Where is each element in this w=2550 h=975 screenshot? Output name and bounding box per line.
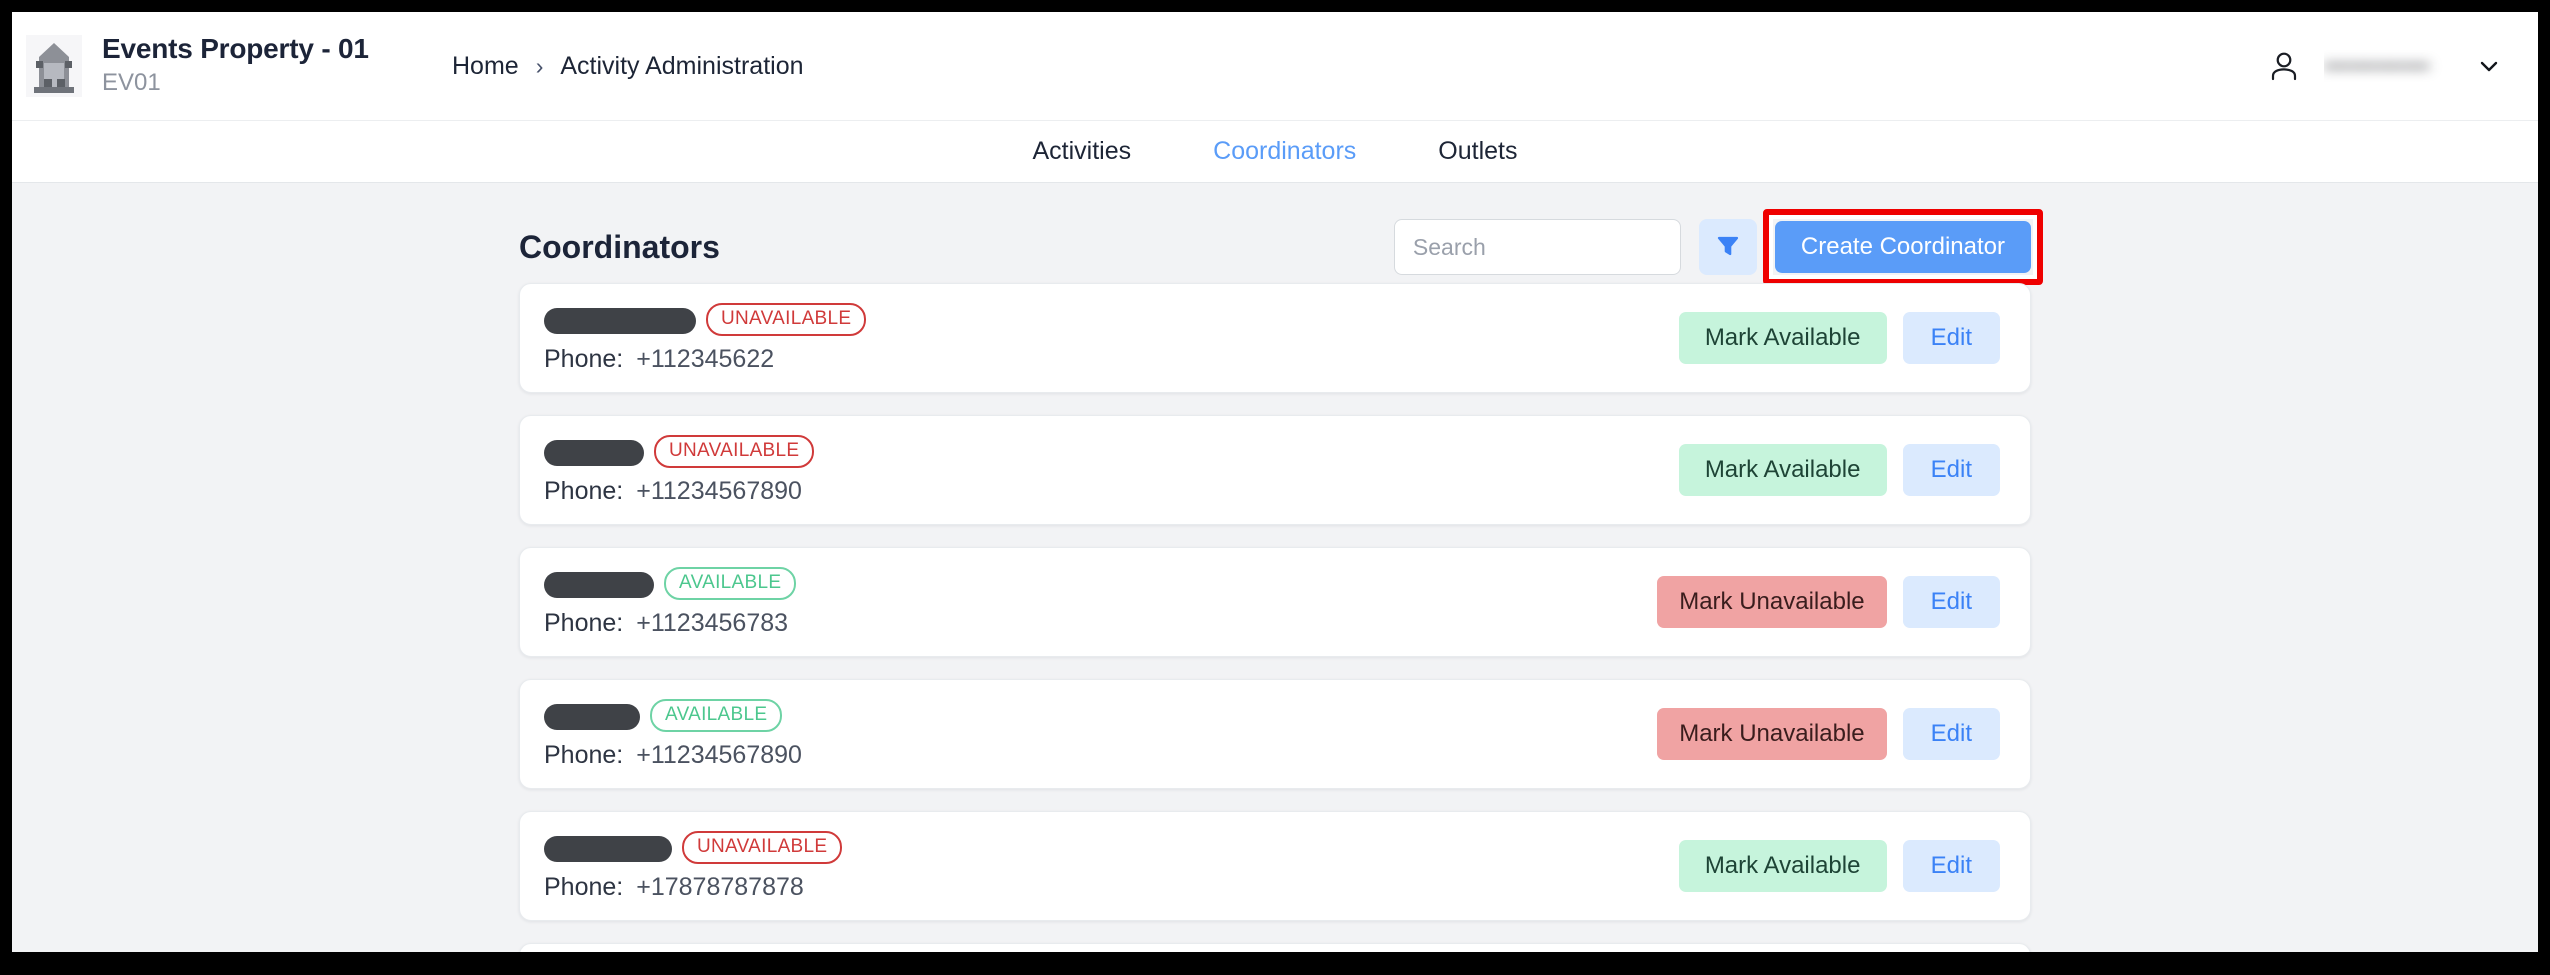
- top-header-bar: Events Property - 01 EV01 Home › Activit…: [12, 12, 2538, 121]
- screenshot-frame: Events Property - 01 EV01 Home › Activit…: [0, 0, 2550, 975]
- app-viewport: Events Property - 01 EV01 Home › Activit…: [12, 12, 2538, 952]
- coordinator-name-redacted: [544, 440, 644, 466]
- chevron-right-icon: ›: [536, 53, 544, 80]
- filter-button[interactable]: [1699, 219, 1757, 275]
- edit-button[interactable]: Edit: [1903, 708, 2000, 760]
- chevron-down-icon[interactable]: [2476, 53, 2502, 79]
- status-badge: UNAVAILABLE: [654, 435, 814, 468]
- create-coordinator-button[interactable]: Create Coordinator: [1775, 221, 2031, 273]
- property-text: Events Property - 01 EV01: [102, 33, 369, 100]
- coordinator-actions: Mark Unavailable Edit: [1657, 576, 2000, 628]
- coordinator-name-redacted: [544, 836, 672, 862]
- list-header: Coordinators Create Coordinator: [519, 211, 2031, 283]
- edit-button[interactable]: Edit: [1903, 840, 2000, 892]
- coordinator-name-redacted: [544, 572, 654, 598]
- page-title: Coordinators: [519, 229, 720, 266]
- mark-available-button[interactable]: Mark Available: [1679, 312, 1887, 364]
- property-building-icon: [26, 35, 82, 97]
- edit-button[interactable]: Edit: [1903, 312, 2000, 364]
- tab-outlets[interactable]: Outlets: [1430, 131, 1525, 172]
- property-identity: Events Property - 01 EV01: [12, 33, 442, 100]
- phone-label: Phone:: [544, 477, 623, 506]
- coordinator-actions: Mark Available Edit: [1679, 840, 2000, 892]
- status-badge: UNAVAILABLE: [706, 303, 866, 336]
- coordinator-name-row: UNAVAILABLE: [544, 303, 866, 337]
- user-name-text: ————: [2324, 49, 2430, 80]
- mark-available-button[interactable]: Mark Available: [1679, 840, 1887, 892]
- mark-unavailable-button[interactable]: Mark Unavailable: [1657, 708, 1886, 760]
- status-badge: UNAVAILABLE: [682, 831, 842, 864]
- property-code: EV01: [102, 67, 369, 99]
- user-menu[interactable]: ————: [2266, 48, 2538, 84]
- coordinator-name-row: UNAVAILABLE: [544, 831, 842, 865]
- coordinator-phone-row: Phone: +11234567890: [544, 477, 814, 506]
- search-input[interactable]: [1394, 219, 1681, 275]
- coordinator-info: UNAVAILABLE Phone: +17878787878: [544, 831, 842, 902]
- coordinator-actions: Mark Available Edit: [1679, 312, 2000, 364]
- mark-unavailable-button[interactable]: Mark Unavailable: [1657, 576, 1886, 628]
- edit-button[interactable]: Edit: [1903, 576, 2000, 628]
- coordinator-name-redacted: [544, 704, 640, 730]
- person-icon: [2266, 48, 2302, 84]
- breadcrumb-home[interactable]: Home: [452, 52, 519, 81]
- coordinators-panel: Coordinators Create Coordinator: [519, 183, 2031, 952]
- coordinator-info: AVAILABLE Phone: +11234567890: [544, 699, 802, 770]
- coordinator-card[interactable]: UNAVAILABLE Phone: +11234567890 Mark Ava…: [519, 415, 2031, 525]
- mark-available-button[interactable]: Mark Available: [1679, 444, 1887, 496]
- phone-label: Phone:: [544, 609, 623, 638]
- coordinator-actions: Mark Available Edit: [1679, 444, 2000, 496]
- phone-value: +11234567890: [636, 741, 802, 770]
- coordinator-name-row: AVAILABLE: [544, 699, 802, 733]
- coordinator-phone-row: Phone: +11234567890: [544, 741, 802, 770]
- coordinator-name-redacted: [544, 308, 696, 334]
- coordinator-card[interactable]: UNAVAILABLE Phone: +112345622 Mark Avail…: [519, 283, 2031, 393]
- section-tabs: Activities Coordinators Outlets: [12, 121, 2538, 183]
- tab-coordinators[interactable]: Coordinators: [1205, 131, 1364, 172]
- coordinator-info: AVAILABLE Phone: +1123456783: [544, 567, 796, 638]
- phone-label: Phone:: [544, 345, 623, 374]
- create-coordinator-wrap: Create Coordinator: [1775, 221, 2031, 273]
- coordinator-phone-row: Phone: +112345622: [544, 345, 866, 374]
- coordinator-actions: Mark Unavailable Edit: [1657, 708, 2000, 760]
- status-badge: AVAILABLE: [664, 567, 796, 600]
- coordinator-name-row: UNAVAILABLE: [544, 435, 814, 469]
- edit-button[interactable]: Edit: [1903, 444, 2000, 496]
- phone-value: +1123456783: [636, 609, 788, 638]
- coordinator-card[interactable]: AVAILABLE Phone: Mark Unavailable Edit: [519, 943, 2031, 952]
- coordinator-list: UNAVAILABLE Phone: +112345622 Mark Avail…: [519, 283, 2031, 952]
- phone-label: Phone:: [544, 873, 623, 902]
- tab-activities[interactable]: Activities: [1025, 131, 1140, 172]
- breadcrumb: Home › Activity Administration: [452, 52, 804, 81]
- main-content: Coordinators Create Coordinator: [12, 183, 2538, 952]
- coordinator-phone-row: Phone: +1123456783: [544, 609, 796, 638]
- coordinator-name-row: AVAILABLE: [544, 567, 796, 601]
- phone-value: +11234567890: [636, 477, 802, 506]
- phone-value: +112345622: [636, 345, 774, 374]
- filter-funnel-icon: [1715, 233, 1741, 262]
- coordinator-info: UNAVAILABLE Phone: +11234567890: [544, 435, 814, 506]
- coordinator-card[interactable]: AVAILABLE Phone: +1123456783 Mark Unavai…: [519, 547, 2031, 657]
- phone-label: Phone:: [544, 741, 623, 770]
- breadcrumb-current: Activity Administration: [560, 52, 803, 81]
- coordinator-card[interactable]: UNAVAILABLE Phone: +17878787878 Mark Ava…: [519, 811, 2031, 921]
- property-name: Events Property - 01: [102, 33, 369, 65]
- coordinator-card[interactable]: AVAILABLE Phone: +11234567890 Mark Unava…: [519, 679, 2031, 789]
- coordinator-info: UNAVAILABLE Phone: +112345622: [544, 303, 866, 374]
- status-badge: AVAILABLE: [650, 699, 782, 732]
- phone-value: +17878787878: [636, 873, 804, 902]
- user-name: ————: [2324, 49, 2454, 83]
- coordinator-phone-row: Phone: +17878787878: [544, 873, 842, 902]
- header-tools: Create Coordinator: [1394, 219, 2031, 275]
